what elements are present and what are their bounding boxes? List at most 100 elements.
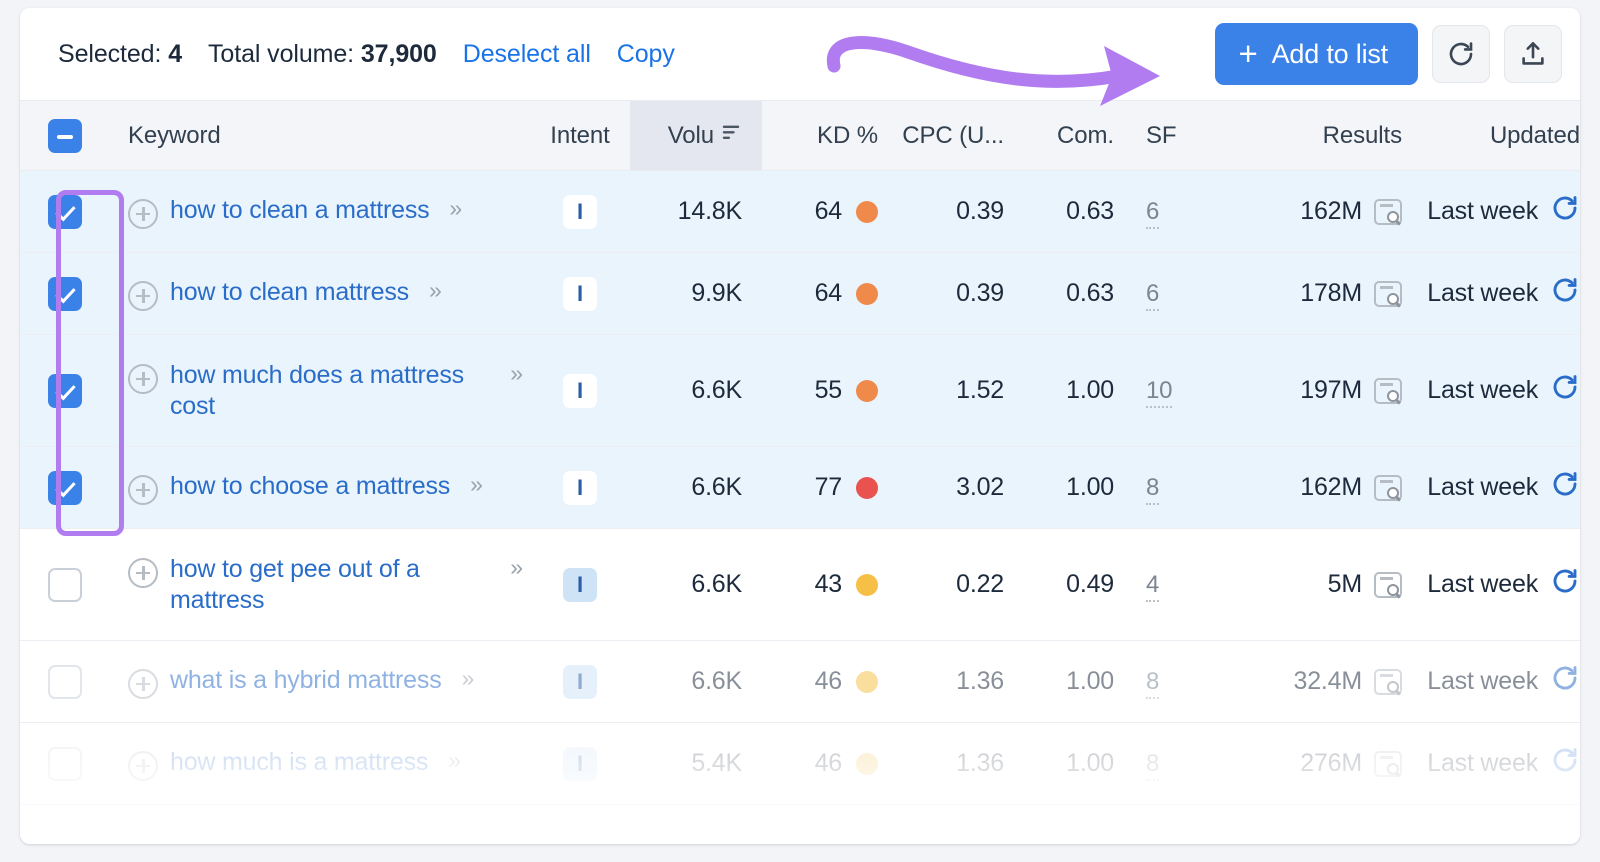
- export-button[interactable]: [1504, 25, 1562, 83]
- header-keyword[interactable]: Keyword: [112, 100, 530, 171]
- row-checkbox[interactable]: [48, 470, 82, 505]
- row-select-cell[interactable]: [20, 722, 112, 805]
- results-cell: 197M: [1202, 334, 1412, 447]
- row-select-cell[interactable]: [20, 528, 112, 641]
- serp-preview-icon[interactable]: [1374, 750, 1402, 777]
- intent-badge[interactable]: I: [563, 194, 597, 229]
- table-row[interactable]: how to choose a mattress » I 6.6K 77 3.02 1.00…: [20, 446, 1580, 529]
- results-wrap: 32.4M: [1294, 667, 1402, 696]
- table-row[interactable]: how to clean a mattress » I 14.8K 64 0.39 0.63…: [20, 170, 1580, 253]
- sf-value[interactable]: 10: [1146, 377, 1172, 408]
- row-refresh-icon[interactable]: [1550, 372, 1580, 409]
- serp-preview-icon[interactable]: [1374, 474, 1402, 501]
- sf-value[interactable]: 4: [1146, 571, 1159, 602]
- row-refresh-icon[interactable]: [1550, 469, 1580, 506]
- add-keyword-icon[interactable]: [128, 668, 158, 699]
- keyword-link[interactable]: how much is a mattress: [170, 747, 428, 778]
- row-select-cell[interactable]: [20, 252, 112, 335]
- keyword-expand-icon[interactable]: »: [510, 360, 523, 387]
- kd-cell: 46: [762, 722, 888, 805]
- total-volume-value: 37,900: [360, 39, 437, 68]
- intent-badge[interactable]: I: [563, 276, 597, 311]
- updated-value: Last week: [1427, 279, 1538, 307]
- row-checkbox[interactable]: [48, 567, 82, 602]
- keyword-expand-icon[interactable]: »: [462, 665, 475, 692]
- intent-badge[interactable]: I: [563, 470, 597, 505]
- keyword-expand-icon[interactable]: »: [449, 195, 462, 222]
- header-kd[interactable]: KD %: [762, 100, 888, 171]
- row-refresh-icon[interactable]: [1550, 663, 1580, 700]
- keyword-expand-icon[interactable]: »: [470, 471, 483, 498]
- header-intent[interactable]: Intent: [530, 100, 630, 171]
- header-results[interactable]: Results: [1202, 100, 1412, 171]
- sf-value[interactable]: 8: [1146, 750, 1159, 781]
- table-row[interactable]: how to get pee out of a mattress » I 6.6K 43…: [20, 528, 1580, 641]
- header-volume[interactable]: Volu: [630, 100, 762, 171]
- add-keyword-icon[interactable]: [128, 280, 158, 311]
- add-keyword-icon[interactable]: [128, 198, 158, 229]
- keyword-link[interactable]: how much does a mattress cost: [170, 360, 490, 422]
- row-select-cell[interactable]: [20, 446, 112, 529]
- add-keyword-icon[interactable]: [128, 750, 158, 781]
- select-all-checkbox[interactable]: [48, 118, 82, 153]
- header-updated[interactable]: Updated: [1412, 100, 1580, 171]
- row-select-cell[interactable]: [20, 170, 112, 253]
- kd-value: 64: [814, 279, 843, 307]
- refresh-button[interactable]: [1432, 25, 1490, 83]
- keyword-cell: how much is a mattress »: [112, 722, 530, 805]
- add-keyword-icon[interactable]: [128, 557, 158, 588]
- serp-preview-icon[interactable]: [1374, 198, 1402, 225]
- table-row[interactable]: how to clean mattress » I 9.9K 64 0.39 0.63 6 17…: [20, 252, 1580, 335]
- serp-preview-icon[interactable]: [1374, 668, 1402, 695]
- add-keyword-icon[interactable]: [128, 474, 158, 505]
- intent-badge[interactable]: I: [563, 373, 597, 408]
- row-select-cell[interactable]: [20, 640, 112, 723]
- deselect-all-link[interactable]: Deselect all: [463, 40, 591, 69]
- export-icon: [1518, 39, 1548, 69]
- keyword-expand-icon[interactable]: »: [448, 747, 461, 774]
- com-value: 1.00: [1066, 749, 1114, 777]
- header-com[interactable]: Com.: [1014, 100, 1124, 171]
- serp-preview-icon[interactable]: [1374, 571, 1402, 598]
- row-refresh-icon[interactable]: [1550, 745, 1580, 782]
- row-checkbox[interactable]: [48, 746, 82, 781]
- row-refresh-icon[interactable]: [1550, 193, 1580, 230]
- intent-badge[interactable]: I: [563, 664, 597, 699]
- results-value: 32.4M: [1293, 667, 1363, 695]
- keyword-link[interactable]: how to clean a mattress: [170, 195, 430, 226]
- sf-value[interactable]: 8: [1146, 668, 1159, 699]
- serp-preview-icon[interactable]: [1374, 280, 1402, 307]
- keyword-link[interactable]: how to get pee out of a mattress: [170, 554, 490, 616]
- sf-value[interactable]: 8: [1146, 474, 1159, 505]
- intent-badge[interactable]: I: [563, 746, 597, 781]
- row-checkbox[interactable]: [48, 373, 82, 408]
- add-keyword-icon[interactable]: [128, 363, 158, 394]
- keyword-expand-icon[interactable]: »: [429, 277, 442, 304]
- row-checkbox[interactable]: [48, 276, 82, 311]
- row-refresh-icon[interactable]: [1550, 566, 1580, 603]
- serp-preview-icon[interactable]: [1374, 377, 1402, 404]
- results-cell: 162M: [1202, 170, 1412, 253]
- keyword-link[interactable]: how to choose a mattress: [170, 471, 450, 502]
- header-cpc[interactable]: CPC (U...: [888, 100, 1014, 171]
- keyword-link[interactable]: what is a hybrid mattress: [170, 665, 442, 696]
- row-refresh-icon[interactable]: [1550, 275, 1580, 312]
- keyword-cell: how to get pee out of a mattress »: [112, 528, 530, 641]
- intent-badge[interactable]: I: [563, 567, 597, 602]
- copy-link[interactable]: Copy: [617, 40, 675, 69]
- table-row[interactable]: what is a hybrid mattress » I 6.6K 46 1.36 1.0…: [20, 640, 1580, 723]
- row-checkbox[interactable]: [48, 194, 82, 229]
- sf-value[interactable]: 6: [1146, 280, 1159, 311]
- row-select-cell[interactable]: [20, 334, 112, 447]
- row-checkbox[interactable]: [48, 664, 82, 699]
- com-value: 1.00: [1066, 376, 1114, 404]
- sf-value[interactable]: 6: [1146, 198, 1159, 229]
- add-to-list-button[interactable]: + Add to list: [1214, 23, 1418, 85]
- keyword-expand-icon[interactable]: »: [510, 554, 523, 581]
- kd-value: 55: [814, 376, 843, 404]
- keyword-link[interactable]: how to clean mattress: [170, 277, 409, 308]
- keyword-cell: how to clean mattress »: [112, 252, 530, 335]
- table-row[interactable]: how much is a mattress » I 5.4K 46 1.36 1.00 8 2…: [20, 722, 1580, 805]
- table-row[interactable]: how much does a mattress cost » I 6.6K 55 1.5…: [20, 334, 1580, 447]
- header-sf[interactable]: SF: [1124, 100, 1202, 171]
